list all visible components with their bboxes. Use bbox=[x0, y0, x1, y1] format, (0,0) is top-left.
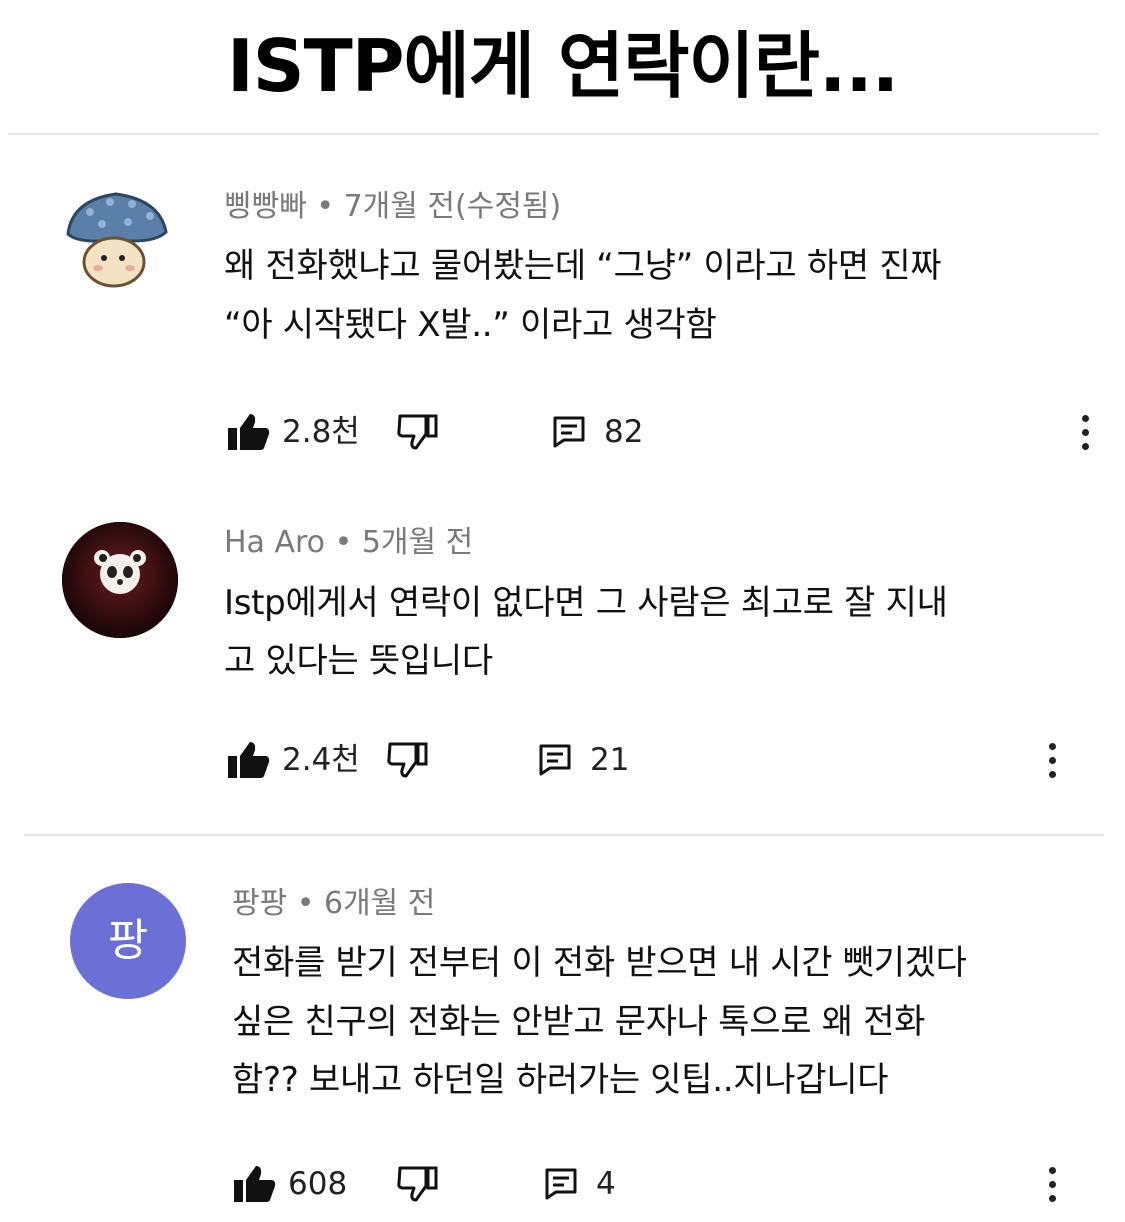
like-count: 608 bbox=[288, 1166, 348, 1202]
like-count: 2.4천 bbox=[282, 742, 360, 778]
reply-count: 4 bbox=[596, 1166, 616, 1202]
comment-time: 6개월 전 bbox=[323, 886, 436, 921]
like-button[interactable]: 608 bbox=[232, 1160, 347, 1208]
more-options-button[interactable] bbox=[1042, 1160, 1062, 1208]
dislike-button[interactable] bbox=[386, 736, 430, 784]
avatar-letter: 팡 bbox=[107, 915, 149, 966]
comment-text-line: 왜 전화했냐고 물어봤는데 “그냥” 이라고 하면 진짜 bbox=[224, 246, 942, 286]
dot bbox=[1048, 1194, 1056, 1202]
comment-text-line: 싶은 친구의 전화는 안받고 문자나 톡으로 왜 전화 bbox=[232, 1002, 926, 1042]
comment-meta: Ha Aro • 5개월 전 bbox=[224, 523, 473, 563]
avatar[interactable] bbox=[58, 182, 174, 298]
reply-button[interactable]: 21 bbox=[538, 736, 629, 784]
reply-count: 21 bbox=[590, 742, 630, 778]
dislike-button[interactable] bbox=[396, 1160, 440, 1208]
thumbs-down-icon bbox=[386, 740, 430, 780]
dot bbox=[1081, 442, 1089, 450]
meta-separator: • bbox=[296, 886, 324, 921]
comment-meta: 팡팡 • 6개월 전 bbox=[232, 884, 435, 924]
comment-text-line: “아 시작됐다 X발..” 이라고 생각함 bbox=[224, 305, 717, 345]
dot bbox=[1081, 428, 1089, 436]
reply-button[interactable]: 82 bbox=[552, 408, 643, 456]
thumbs-up-icon bbox=[232, 1164, 276, 1204]
mushroom-icon bbox=[66, 192, 168, 288]
more-options-button[interactable] bbox=[1075, 408, 1095, 456]
author-name[interactable]: 팡팡 bbox=[232, 886, 287, 921]
thumbs-up-icon bbox=[226, 740, 270, 780]
page-title: ISTP에게 연락이란... bbox=[226, 24, 899, 108]
comment-text-line: 함?? 보내고 하던일 하러가는 잇팁..지나갑니다 bbox=[232, 1060, 889, 1100]
like-button[interactable]: 2.8천 bbox=[226, 408, 360, 456]
dot bbox=[1048, 756, 1056, 764]
author-name[interactable]: 삥빵빠 bbox=[224, 189, 307, 224]
meta-separator: • bbox=[334, 525, 362, 560]
reply-icon bbox=[552, 415, 586, 449]
panda-icon bbox=[62, 522, 178, 638]
comment-time: 5개월 전 bbox=[361, 525, 474, 560]
author-name[interactable]: Ha Aro bbox=[224, 525, 325, 560]
avatar[interactable] bbox=[62, 522, 178, 638]
dot bbox=[1048, 770, 1056, 778]
comment-actions: 608 4 bbox=[232, 1160, 1112, 1208]
thumbs-down-icon bbox=[396, 1164, 440, 1204]
dislike-button[interactable] bbox=[396, 408, 440, 456]
title-divider bbox=[8, 133, 1098, 135]
thumbs-up-icon bbox=[226, 412, 270, 452]
like-button[interactable]: 2.4천 bbox=[226, 736, 360, 784]
comment-actions: 2.8천 82 bbox=[226, 408, 1106, 456]
comment-actions: 2.4천 21 bbox=[226, 736, 1106, 784]
dot bbox=[1048, 1166, 1056, 1174]
thumbs-down-icon bbox=[396, 412, 440, 452]
reply-button[interactable]: 4 bbox=[544, 1160, 616, 1208]
comment-text-line: 전화를 받기 전부터 이 전화 받으면 내 시간 뺏기겠다 bbox=[232, 943, 967, 983]
dot bbox=[1081, 414, 1089, 422]
dot bbox=[1048, 742, 1056, 750]
dot bbox=[1048, 1180, 1056, 1188]
reply-count: 82 bbox=[604, 414, 644, 450]
reply-icon bbox=[538, 743, 572, 777]
comment-meta: 삥빵빠 • 7개월 전(수정됨) bbox=[224, 187, 561, 227]
comment-text-line: Istp에게서 연락이 없다면 그 사람은 최고로 잘 지내 bbox=[224, 583, 948, 623]
like-count: 2.8천 bbox=[282, 414, 360, 450]
avatar[interactable]: 팡 bbox=[70, 883, 186, 999]
reply-icon bbox=[544, 1167, 578, 1201]
comment-time: 7개월 전(수정됨) bbox=[343, 189, 562, 224]
meta-separator: • bbox=[316, 189, 344, 224]
comment-text-line: 고 있다는 뜻입니다 bbox=[224, 641, 493, 681]
more-options-button[interactable] bbox=[1042, 736, 1062, 784]
comment-divider bbox=[24, 834, 1104, 836]
